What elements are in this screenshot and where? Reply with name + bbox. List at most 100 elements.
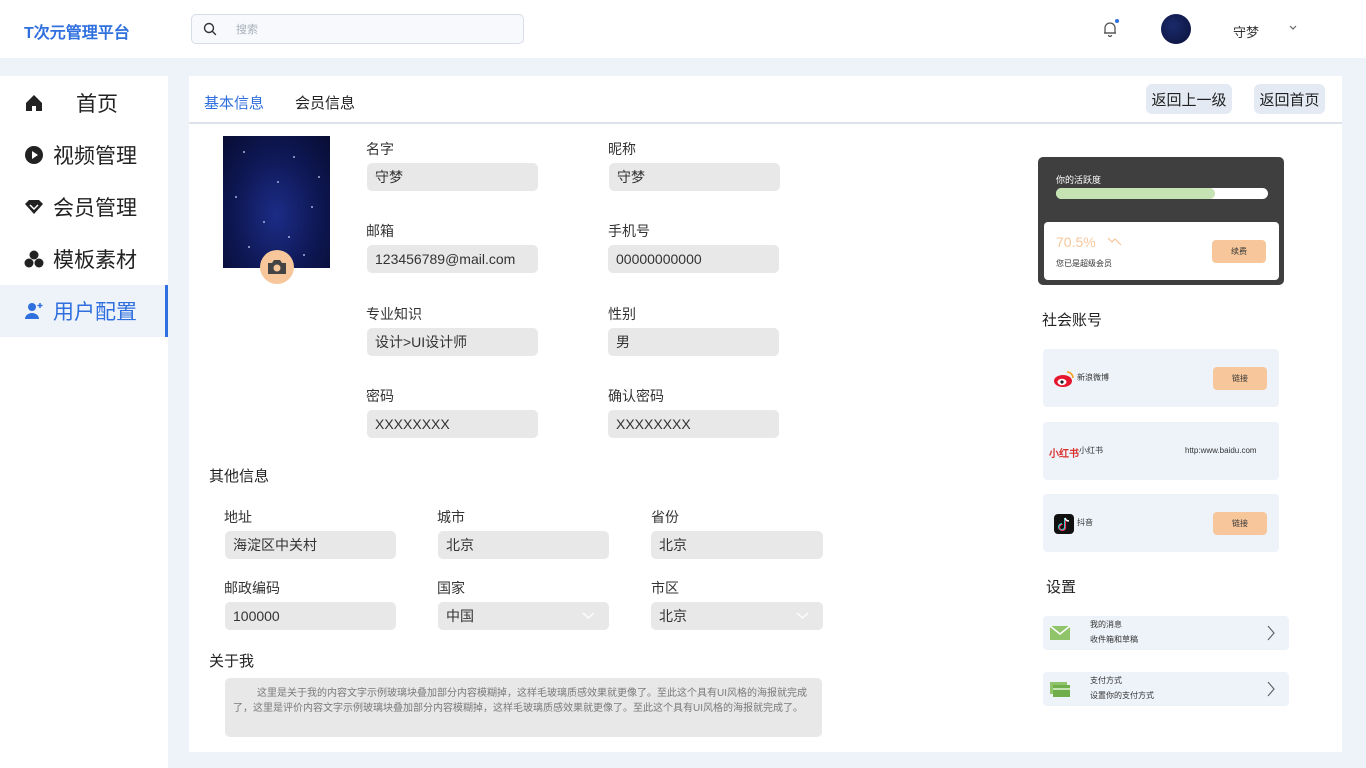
- sidebar-item-label: 模板素材: [53, 249, 137, 272]
- chevron-down-icon[interactable]: [1288, 24, 1298, 32]
- province-field[interactable]: 北京: [651, 531, 823, 559]
- xiaohongshu-icon: 小红书: [1049, 449, 1079, 460]
- province-label: 省份: [651, 509, 679, 525]
- activity-card: 你的活跃度 70.5% 您已是超级会员 续费: [1038, 157, 1284, 285]
- chevron-right-icon: [1267, 681, 1275, 697]
- skill-field[interactable]: 设计>UI设计师: [367, 328, 538, 356]
- sidebar: 首页 视频管理 会员管理 模板素材 用户配置: [0, 76, 168, 768]
- search-input[interactable]: [236, 21, 506, 38]
- social-weibo[interactable]: 新浪微博 链接: [1043, 349, 1279, 407]
- setting-messages-subtitle: 收件箱和草稿: [1090, 635, 1138, 644]
- district-value: 北京: [659, 608, 687, 624]
- diamond-icon: [24, 197, 44, 217]
- about-textarea[interactable]: 这里是关于我的内容文字示例玻璃块叠加部分内容模糊掉，这样毛玻璃质感效果就更像了。…: [225, 678, 822, 737]
- setting-payment-subtitle: 设置你的支付方式: [1090, 691, 1154, 700]
- social-xiaohongshu[interactable]: 小红书 小红书 http:www.baidu.com: [1043, 422, 1279, 480]
- link-button[interactable]: 链接: [1213, 512, 1267, 535]
- back-button[interactable]: 返回上一级: [1146, 84, 1232, 114]
- search-icon[interactable]: [203, 22, 217, 36]
- main-panel: 基本信息 会员信息 返回上一级 返回首页 名字 守梦 昵称 守梦 邮箱 1234…: [189, 76, 1342, 752]
- activity-progress: [1056, 188, 1268, 199]
- user-add-icon: [24, 301, 44, 321]
- zip-label: 邮政编码: [224, 580, 280, 596]
- zip-field[interactable]: 100000: [225, 602, 396, 630]
- district-select[interactable]: 北京: [651, 602, 823, 630]
- trend-down-icon: [1107, 237, 1122, 246]
- top-header: T次元管理平台 守梦: [0, 0, 1366, 58]
- password-label: 密码: [366, 388, 394, 404]
- activity-progress-fill: [1056, 188, 1215, 199]
- sidebar-item-label: 用户配置: [53, 301, 137, 324]
- play-icon: [24, 145, 44, 165]
- password-field[interactable]: XXXXXXXX: [367, 410, 538, 438]
- profile-photo: [223, 136, 330, 268]
- chevron-right-icon: [1267, 625, 1275, 641]
- city-field[interactable]: 北京: [438, 531, 609, 559]
- renew-button[interactable]: 续费: [1212, 240, 1266, 263]
- setting-payment[interactable]: 支付方式 设置你的支付方式: [1043, 672, 1289, 706]
- nickname-label: 昵称: [608, 141, 636, 157]
- setting-messages-title: 我的消息: [1090, 620, 1122, 629]
- country-value: 中国: [446, 608, 474, 624]
- activity-percent: 70.5%: [1056, 234, 1096, 250]
- name-label: 名字: [366, 141, 394, 157]
- country-select[interactable]: 中国: [438, 602, 609, 630]
- link-button[interactable]: 链接: [1213, 367, 1267, 390]
- social-weibo-name: 新浪微博: [1077, 373, 1109, 382]
- tab-bar: 基本信息 会员信息 返回上一级 返回首页: [189, 76, 1342, 124]
- sidebar-item-members[interactable]: 会员管理: [0, 181, 168, 233]
- nickname-field[interactable]: 守梦: [609, 163, 780, 191]
- mail-icon: [1049, 625, 1071, 640]
- douyin-icon: [1054, 514, 1074, 534]
- email-field[interactable]: 123456789@mail.com: [367, 245, 538, 273]
- address-field[interactable]: 海淀区中关村: [225, 531, 396, 559]
- phone-field[interactable]: 00000000000: [608, 245, 779, 273]
- sidebar-item-user-config[interactable]: 用户配置: [0, 285, 168, 337]
- home-button[interactable]: 返回首页: [1254, 84, 1325, 114]
- tab-basic-info[interactable]: 基本信息: [204, 92, 264, 113]
- address-label: 地址: [224, 509, 252, 525]
- other-info-title: 其他信息: [209, 468, 270, 485]
- settings-title: 设置: [1046, 579, 1077, 596]
- membership-panel: 70.5% 您已是超级会员 续费: [1044, 222, 1279, 280]
- email-label: 邮箱: [366, 223, 394, 239]
- name-field[interactable]: 守梦: [367, 163, 538, 191]
- gender-label: 性别: [608, 306, 636, 322]
- country-label: 国家: [437, 580, 465, 596]
- social-xiaohongshu-name: 小红书: [1079, 446, 1103, 455]
- skill-label: 专业知识: [366, 306, 422, 322]
- tab-member-info[interactable]: 会员信息: [295, 92, 355, 113]
- cluster-icon: [24, 249, 44, 269]
- social-title: 社会账号: [1042, 312, 1103, 329]
- sidebar-item-templates[interactable]: 模板素材: [0, 233, 168, 285]
- notification-dot: [1115, 19, 1119, 23]
- sidebar-item-label: 视频管理: [53, 145, 137, 168]
- confirm-password-label: 确认密码: [608, 388, 664, 404]
- sidebar-item-video[interactable]: 视频管理: [0, 129, 168, 181]
- activity-title: 你的活跃度: [1056, 175, 1102, 185]
- phone-label: 手机号: [608, 223, 650, 239]
- home-icon: [24, 93, 44, 113]
- avatar[interactable]: [1161, 14, 1191, 44]
- weibo-icon: [1054, 371, 1074, 387]
- app-logo[interactable]: T次元管理平台: [24, 19, 130, 43]
- search-box[interactable]: [191, 14, 524, 44]
- camera-button[interactable]: [260, 250, 294, 284]
- about-title: 关于我: [209, 653, 255, 670]
- camera-icon: [268, 260, 286, 274]
- chevron-down-icon: [796, 612, 809, 619]
- social-url: http:www.baidu.com: [1185, 446, 1257, 455]
- confirm-password-field[interactable]: XXXXXXXX: [608, 410, 779, 438]
- social-douyin-name: 抖音: [1077, 518, 1093, 527]
- sidebar-item-label: 首页: [76, 93, 118, 116]
- gender-field[interactable]: 男: [608, 328, 779, 356]
- member-status: 您已是超级会员: [1056, 259, 1112, 268]
- setting-payment-title: 支付方式: [1090, 676, 1122, 685]
- card-icon: [1050, 682, 1070, 697]
- username[interactable]: 守梦: [1233, 22, 1259, 41]
- city-label: 城市: [437, 509, 465, 525]
- sidebar-item-home[interactable]: 首页: [0, 77, 168, 129]
- district-label: 市区: [651, 580, 679, 596]
- social-douyin[interactable]: 抖音 链接: [1043, 494, 1279, 552]
- setting-messages[interactable]: 我的消息 收件箱和草稿: [1043, 616, 1289, 650]
